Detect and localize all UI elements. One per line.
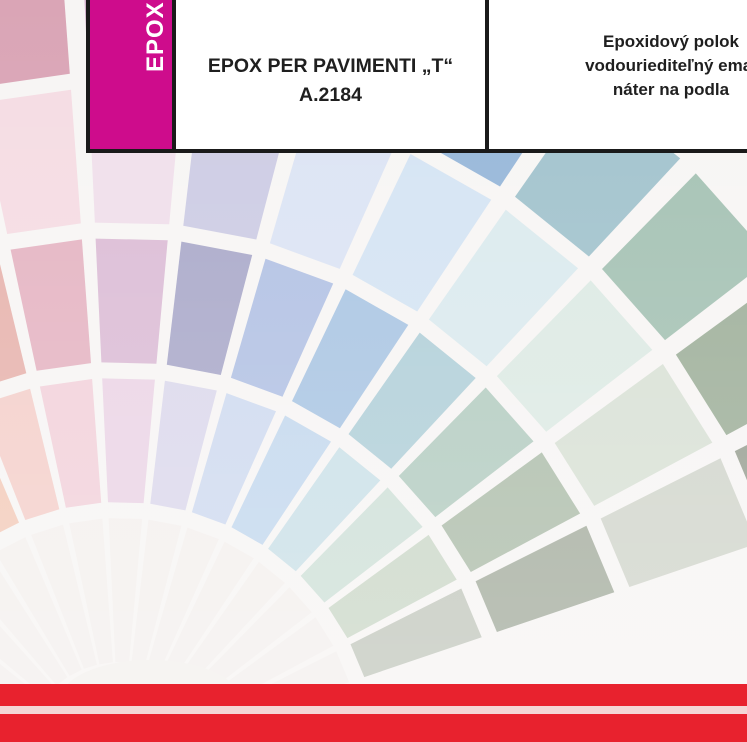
footer-stripe-gap xyxy=(0,706,747,714)
description-line-3: náter na podla xyxy=(612,80,730,99)
product-header-table: EPOX EPOX PER PAVIMENTI „T“ A.2184 Epoxi… xyxy=(86,0,747,153)
footer-stripe-bottom xyxy=(0,714,747,742)
footer-stripe-top xyxy=(0,684,747,706)
description-line-1: Epoxidový polok xyxy=(602,32,740,51)
product-name: EPOX PER PAVIMENTI „T“ xyxy=(207,54,454,77)
category-tab-label: EPOX xyxy=(142,1,169,72)
page: EPOX EPOX PER PAVIMENTI „T“ A.2184 Epoxi… xyxy=(0,0,747,742)
description-line-2: vodouriediteľný emai xyxy=(585,56,747,75)
product-name-cell: EPOX PER PAVIMENTI „T“ A.2184 xyxy=(176,0,489,149)
product-description-cell: Epoxidový polok vodouriediteľný emai nát… xyxy=(489,0,747,149)
category-tab: EPOX xyxy=(90,0,176,149)
product-description: Epoxidový polok vodouriediteľný emai nát… xyxy=(501,30,747,102)
product-code: A.2184 xyxy=(299,83,362,106)
